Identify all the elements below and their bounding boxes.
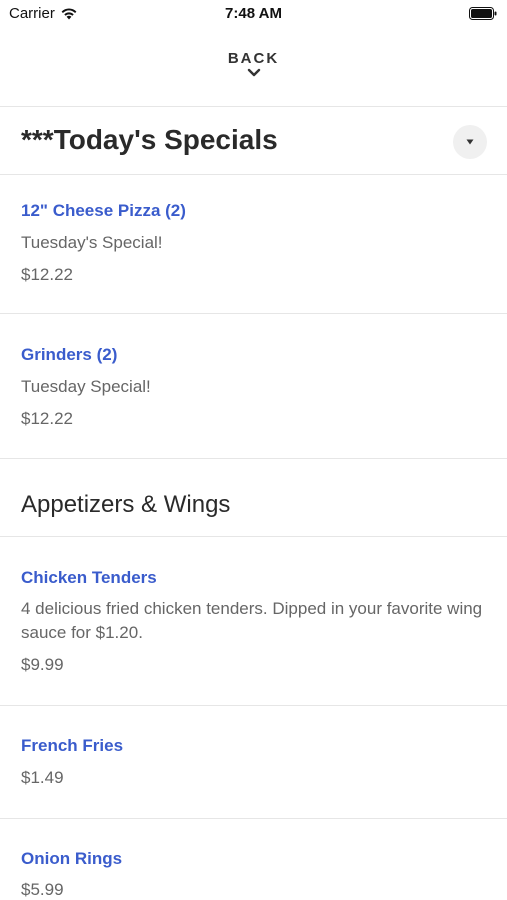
menu-item-french-fries[interactable]: French Fries $1.49 xyxy=(0,706,507,818)
menu-item-onion-rings[interactable]: Onion Rings $5.99 xyxy=(0,819,507,900)
item-name: Chicken Tenders xyxy=(21,568,157,587)
item-description: 4 delicious fried chicken tenders. Dippe… xyxy=(21,599,483,642)
item-name: French Fries xyxy=(21,736,124,755)
status-time: 7:48 AM xyxy=(225,5,282,22)
item-price: $12.22 xyxy=(21,409,73,428)
menu-item-chicken-tenders[interactable]: Chicken Tenders 4 delicious fried chicke… xyxy=(0,537,507,705)
item-description: Tuesday Special! xyxy=(21,377,151,396)
item-name: Grinders (2) xyxy=(21,345,118,364)
item-price: $12.22 xyxy=(21,265,73,284)
status-bar: Carrier 7:48 AM xyxy=(0,0,507,28)
chevron-down-icon xyxy=(247,68,260,77)
menu-item-cheese-pizza[interactable]: 12" Cheese Pizza (2) Tuesday's Special! … xyxy=(0,175,507,313)
back-label: BACK xyxy=(227,50,280,67)
section-title-appetizers-wings: Appetizers & Wings xyxy=(21,491,231,518)
battery-icon xyxy=(469,7,497,20)
item-price: $1.49 xyxy=(21,768,64,787)
item-price: $5.99 xyxy=(21,880,64,899)
item-price: $9.99 xyxy=(21,655,64,674)
menu-item-grinders[interactable]: Grinders (2) Tuesday Special! $12.22 xyxy=(0,314,507,458)
caret-down-icon xyxy=(466,139,474,145)
collapse-section-button[interactable] xyxy=(453,125,487,159)
section-title-todays-specials: ***Today's Specials xyxy=(21,124,278,155)
divider xyxy=(0,458,507,459)
item-name: 12" Cheese Pizza (2) xyxy=(21,201,186,220)
back-button[interactable]: BACK xyxy=(0,50,507,78)
item-name: Onion Rings xyxy=(21,849,123,868)
item-description: Tuesday's Special! xyxy=(21,233,163,252)
divider xyxy=(0,106,507,107)
